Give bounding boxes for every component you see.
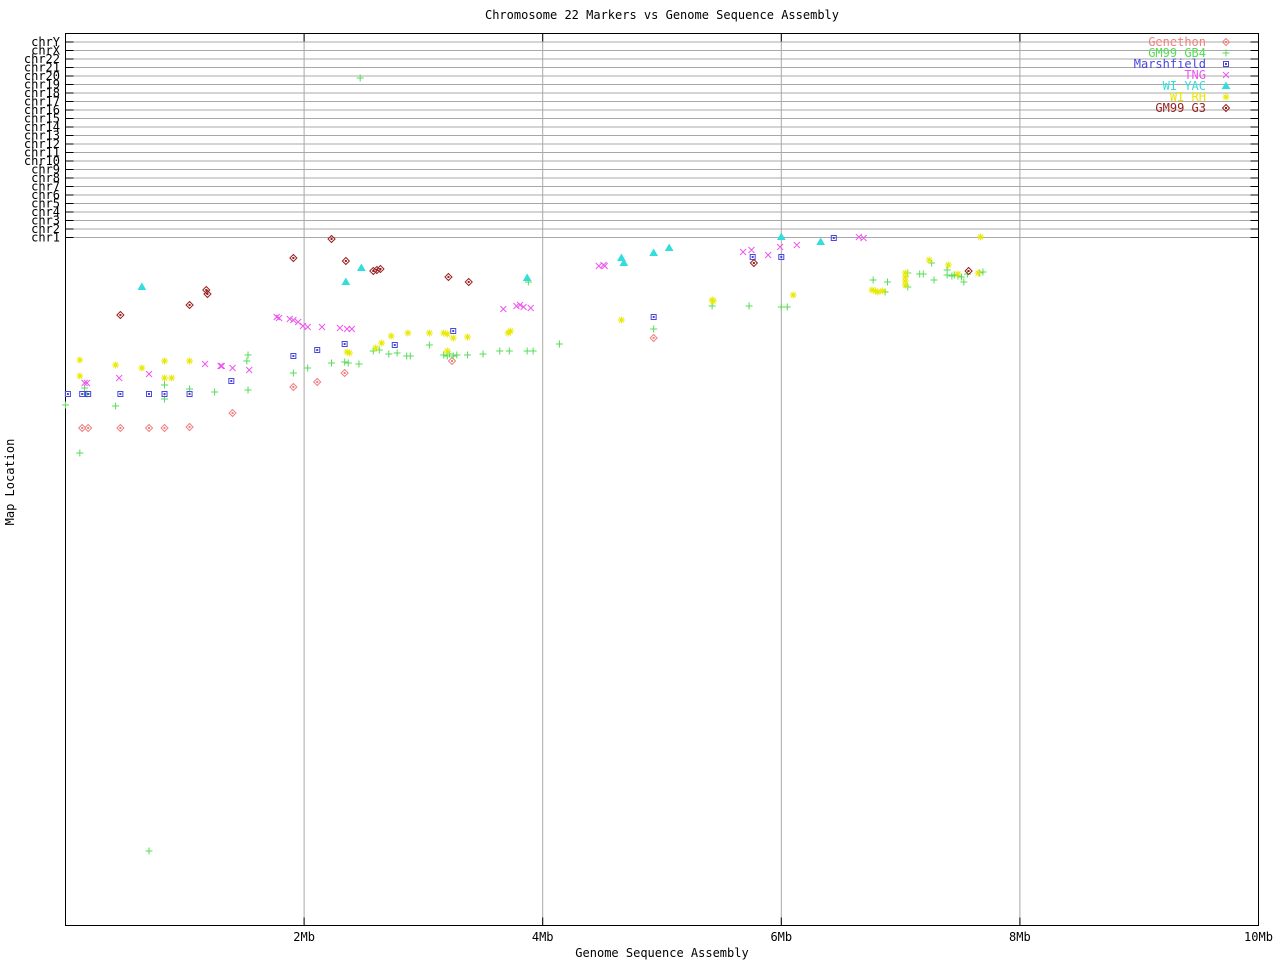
y-tick-label-chr1: chr1: [31, 231, 60, 245]
legend-marker-wi-yac: [1221, 81, 1231, 89]
x-tick-label-2Mb: 2Mb: [293, 930, 315, 944]
legend-marker-marshfield: [1223, 61, 1229, 67]
x-tick-label-10Mb: 10Mb: [1244, 930, 1273, 944]
series-points-gm99-g3: [116, 234, 973, 320]
legend-marker-tng: [1222, 71, 1230, 79]
x-tick-label-8Mb: 8Mb: [1009, 930, 1031, 944]
series-points-tng: [81, 233, 867, 387]
series-points-wi-yac: [137, 232, 826, 290]
x-tick-label-6Mb: 6Mb: [770, 930, 792, 944]
plot-border: [65, 33, 1259, 926]
series-points-genethon: [77, 333, 658, 433]
legend-label-gm99-g3: GM99 G3: [1155, 101, 1206, 115]
legend-marker-wi-rh: [1222, 93, 1230, 101]
chart-title: Chromosome 22 Markers vs Genome Sequence…: [485, 8, 839, 22]
y-axis-title: Map Location: [3, 439, 17, 526]
chart-canvas: chrYchrXchr22chr21chr20chr19chr18chr17ch…: [3, 8, 1273, 960]
x-axis-title: Genome Sequence Assembly: [575, 946, 748, 960]
series-points-gm99-gb4: [62, 74, 987, 855]
series-points-marshfield: [64, 235, 837, 397]
x-tick-label-4Mb: 4Mb: [532, 930, 554, 944]
chart-page: chrY chrX chr22 chr21 chr20 chr19 chr18 chr17 ch…: [0, 0, 1280, 960]
